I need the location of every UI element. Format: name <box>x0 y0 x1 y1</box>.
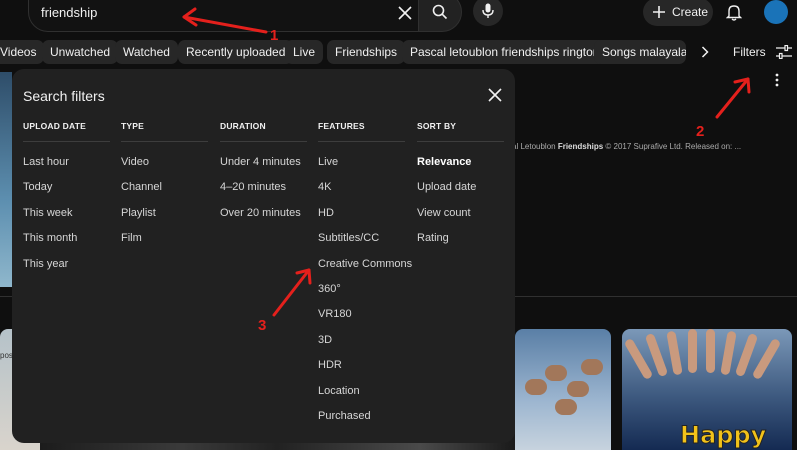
chevron-right-icon <box>701 46 709 58</box>
clear-icon <box>398 6 412 20</box>
chip-friendships[interactable]: Friendships <box>327 40 406 64</box>
filter-option-3d[interactable]: 3D <box>318 328 405 353</box>
thumbnail-graphic <box>751 337 782 381</box>
filter-option-hd[interactable]: HD <box>318 201 405 226</box>
clear-search-button[interactable] <box>394 0 416 26</box>
filter-option-4-20-minutes[interactable]: 4–20 minutes <box>220 175 307 200</box>
filter-option-channel[interactable]: Channel <box>121 175 208 200</box>
desc-text-end: © 2017 Suprafive Ltd. Released on: ... <box>603 142 742 151</box>
chip-unwatched[interactable]: Unwatched <box>42 40 119 64</box>
chip-watched[interactable]: Watched <box>115 40 178 64</box>
dialog-title: Search filters <box>23 88 105 104</box>
thumbnail-graphic <box>666 330 683 376</box>
annotation-label: 3 <box>258 317 267 334</box>
filter-column-features: FEATURES Live 4K HD Subtitles/CC Creativ… <box>318 121 412 429</box>
annotation-arrow-2 <box>715 77 750 119</box>
sort-option-upload-date[interactable]: Upload date <box>417 175 504 200</box>
filter-option-over-20-minutes[interactable]: Over 20 minutes <box>220 201 307 226</box>
thumbnail-graphic <box>581 359 603 375</box>
plus-icon <box>653 6 665 18</box>
thumbnail-text: pos <box>0 351 13 360</box>
filter-option-playlist[interactable]: Playlist <box>121 201 208 226</box>
column-heading: TYPE <box>121 121 208 142</box>
shelf-thumbnail[interactable] <box>515 329 611 450</box>
filter-option-location[interactable]: Location <box>318 379 405 404</box>
filter-column-duration: DURATION Under 4 minutes 4–20 minutes Ov… <box>220 121 307 226</box>
thumbnail-text: Happy <box>679 421 767 450</box>
filter-option-hdr[interactable]: HDR <box>318 353 405 378</box>
filter-option-today[interactable]: Today <box>23 175 110 200</box>
thumbnail-graphic <box>688 329 697 373</box>
filter-option-purchased[interactable]: Purchased <box>318 404 405 429</box>
chip-songs-malayalam[interactable]: Songs malayalam <box>594 40 686 64</box>
annotation-label: 2 <box>696 123 705 140</box>
filter-option-under-4-minutes[interactable]: Under 4 minutes <box>220 150 307 175</box>
result-description: al Letoublon Friendships © 2017 Suprafiv… <box>512 142 741 151</box>
thumbnail-graphic <box>567 381 589 397</box>
annotation-arrow-2-head <box>733 77 751 94</box>
filter-column-upload-date: UPLOAD DATE Last hour Today This week Th… <box>23 121 110 277</box>
column-heading: SORT BY <box>417 121 504 142</box>
filter-option-video[interactable]: Video <box>121 150 208 175</box>
filter-column-type: TYPE Video Channel Playlist Film <box>121 121 208 252</box>
filter-option-this-year[interactable]: This year <box>23 252 110 277</box>
thumbnail-graphic <box>525 379 547 395</box>
filter-option-360[interactable]: 360° <box>318 277 405 302</box>
search-icon <box>432 4 448 20</box>
search-button[interactable] <box>418 0 462 32</box>
chip-pascal-letoublon-friendships-ringtone[interactable]: Pascal letoublon friendships ringtone <box>402 40 615 64</box>
chips-next-button[interactable] <box>697 43 713 61</box>
create-label: Create <box>672 5 709 19</box>
search-filters-dialog: Search filters UPLOAD DATE Last hour Tod… <box>12 69 515 443</box>
filter-option-last-hour[interactable]: Last hour <box>23 150 110 175</box>
filters-label: Filters <box>733 45 766 59</box>
voice-search-button[interactable] <box>473 0 503 26</box>
thumbnail-graphic <box>555 399 577 415</box>
column-heading: FEATURES <box>318 121 405 142</box>
column-heading: DURATION <box>220 121 307 142</box>
mic-icon <box>482 3 494 18</box>
annotation-label: 1 <box>270 27 279 44</box>
filter-option-this-week[interactable]: This week <box>23 201 110 226</box>
avatar[interactable] <box>764 0 788 24</box>
search-input[interactable]: friendship <box>41 5 97 20</box>
sort-option-relevance[interactable]: Relevance <box>417 150 504 175</box>
filter-option-vr180[interactable]: VR180 <box>318 302 405 327</box>
filters-button[interactable]: Filters <box>733 40 792 64</box>
chip-videos[interactable]: Videos <box>0 40 45 64</box>
filter-option-live[interactable]: Live <box>318 150 405 175</box>
filter-option-subtitles-cc[interactable]: Subtitles/CC <box>318 226 405 251</box>
bell-icon <box>726 5 742 21</box>
sliders-icon <box>775 45 792 59</box>
desc-highlight: Friendships <box>557 142 604 151</box>
filter-option-4k[interactable]: 4K <box>318 175 405 200</box>
thumbnail-graphic <box>706 329 715 373</box>
filter-column-sort-by: SORT BY Relevance Upload date View count… <box>417 121 504 252</box>
filter-option-film[interactable]: Film <box>121 226 208 251</box>
more-vert-icon <box>775 73 779 87</box>
sort-option-view-count[interactable]: View count <box>417 201 504 226</box>
sort-option-rating[interactable]: Rating <box>417 226 504 251</box>
thumbnail-graphic <box>545 365 567 381</box>
close-icon <box>488 88 502 102</box>
thumbnail-graphic <box>720 330 737 376</box>
video-thumbnail[interactable] <box>0 72 12 287</box>
search-box[interactable]: friendship <box>28 0 424 32</box>
chip-live[interactable]: Live <box>285 40 324 64</box>
column-heading: UPLOAD DATE <box>23 121 110 142</box>
shelf-thumbnail[interactable]: Happy <box>622 329 792 450</box>
desc-text: al Letoublon <box>512 142 558 151</box>
filter-option-creative-commons[interactable]: Creative Commons <box>318 252 412 277</box>
notifications-button[interactable] <box>722 0 746 24</box>
filter-option-this-month[interactable]: This month <box>23 226 110 251</box>
close-button[interactable] <box>486 86 504 104</box>
create-button[interactable]: Create <box>643 0 713 26</box>
more-actions-button[interactable] <box>771 72 783 88</box>
